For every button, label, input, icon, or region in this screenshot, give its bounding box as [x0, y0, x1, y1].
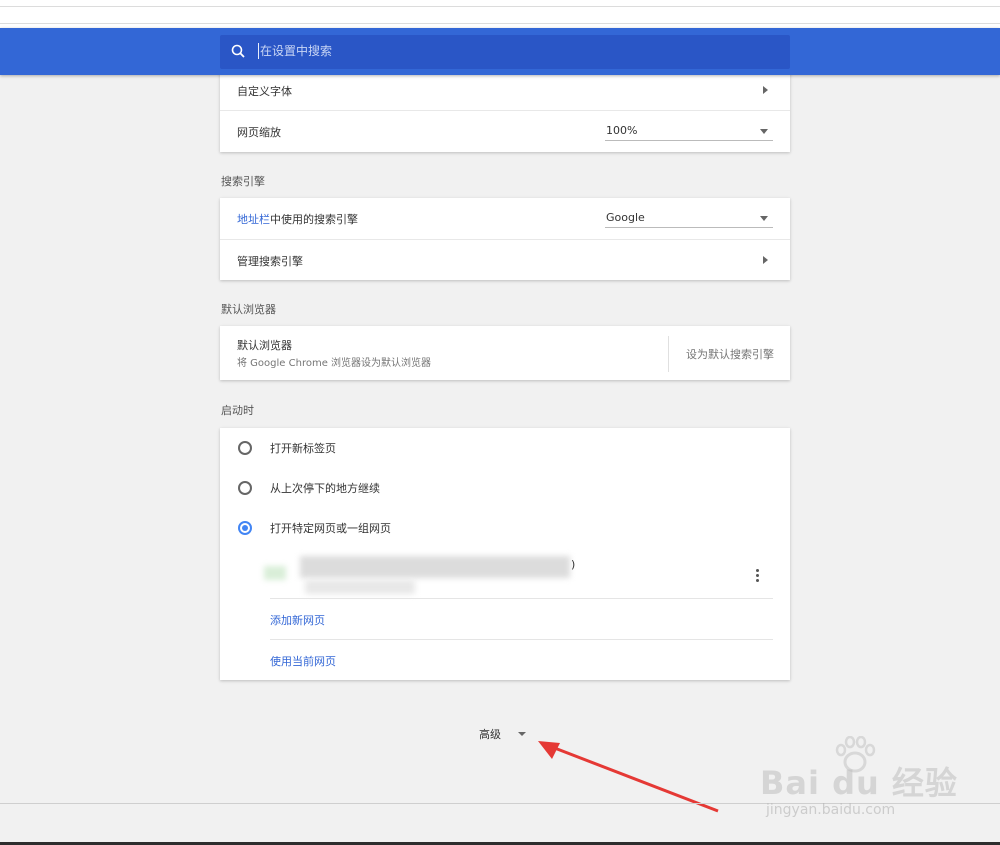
custom-fonts-row[interactable]: 自定义字体 — [220, 69, 790, 111]
watermark-brand: Bai du 经验 — [760, 764, 958, 802]
manage-search-engines-row[interactable]: 管理搜索引擎 — [220, 240, 790, 281]
search-input[interactable]: 在设置中搜索 — [258, 43, 332, 59]
startup-section-title: 启动时 — [221, 404, 254, 417]
vertical-divider — [668, 336, 669, 372]
default-browser-subtitle: 将 Google Chrome 浏览器设为默认浏览器 — [237, 358, 432, 369]
use-current-pages-link[interactable]: 使用当前网页 — [270, 653, 336, 669]
watermark-domain: jingyan.baidu.com — [766, 802, 896, 818]
redacted-favicon — [264, 566, 286, 580]
divider — [270, 639, 773, 640]
radio-specific-pages[interactable] — [238, 521, 252, 535]
chevron-down-icon[interactable] — [518, 732, 526, 736]
manage-search-engines-label: 管理搜索引擎 — [237, 255, 303, 268]
browser-address-area — [0, 6, 1000, 24]
startup-option-specific-pages: 打开特定网页或一组网页 — [270, 522, 391, 535]
chevron-right-icon — [763, 256, 768, 264]
divider — [270, 598, 773, 599]
dropdown-arrow-icon — [760, 129, 768, 134]
search-engine-section-title: 搜索引擎 — [221, 175, 265, 188]
radio-continue[interactable] — [238, 481, 252, 495]
page-zoom-label: 网页缩放 — [237, 126, 281, 139]
search-engine-select[interactable]: Google — [605, 209, 773, 228]
default-browser-section-title: 默认浏览器 — [221, 303, 276, 316]
baidu-watermark: Bai du 经验 jingyan.baidu.com — [760, 736, 957, 826]
search-box[interactable]: 在设置中搜索 — [220, 35, 790, 69]
page-zoom-row: 网页缩放 100% — [220, 111, 790, 152]
browser-top-strip — [0, 0, 1000, 29]
chevron-right-icon — [763, 86, 768, 94]
search-engine-card: 地址栏中使用的搜索引擎 Google 管理搜索引擎 — [220, 198, 790, 280]
custom-fonts-label: 自定义字体 — [237, 85, 292, 98]
startup-option-continue: 从上次停下的地方继续 — [270, 482, 380, 495]
startup-option-new-tab: 打开新标签页 — [270, 442, 336, 455]
page-zoom-value: 100% — [606, 124, 638, 137]
address-bar-engine-label: 地址栏中使用的搜索引擎 — [237, 211, 358, 227]
search-engine-value: Google — [606, 211, 645, 224]
startup-page-entry-suffix: ) — [571, 558, 576, 571]
default-browser-title: 默认浏览器 — [237, 339, 292, 352]
address-bar-engine-suffix: 中使用的搜索引擎 — [270, 213, 358, 226]
dropdown-arrow-icon — [760, 216, 768, 221]
default-browser-card: 默认浏览器 将 Google Chrome 浏览器设为默认浏览器 设为默认搜索引… — [220, 326, 790, 380]
advanced-toggle[interactable]: 高级 — [479, 726, 501, 742]
make-default-button[interactable]: 设为默认搜索引擎 — [686, 346, 774, 362]
search-icon — [231, 44, 245, 58]
address-bar-link[interactable]: 地址栏 — [237, 213, 270, 226]
add-new-page-link[interactable]: 添加新网页 — [270, 612, 325, 628]
redacted-page-url — [305, 580, 415, 594]
address-bar-engine-row: 地址栏中使用的搜索引擎 Google — [220, 198, 790, 240]
page-zoom-select[interactable]: 100% — [605, 122, 773, 141]
more-vert-icon[interactable] — [756, 569, 760, 583]
redacted-page-title — [300, 556, 570, 578]
radio-new-tab[interactable] — [238, 441, 252, 455]
settings-header: 在设置中搜索 — [0, 28, 1000, 75]
appearance-card: 自定义字体 网页缩放 100% — [220, 69, 790, 152]
startup-card: 打开新标签页 从上次停下的地方继续 打开特定网页或一组网页 ) 添加新网页 使用… — [220, 428, 790, 680]
